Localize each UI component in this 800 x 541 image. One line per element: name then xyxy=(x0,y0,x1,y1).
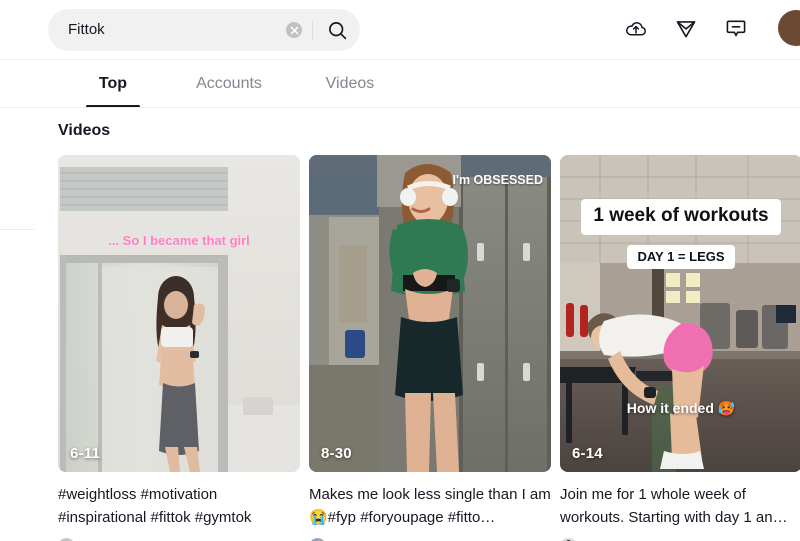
video-thumbnail[interactable]: ... So I became that girl 6-11 xyxy=(58,155,300,472)
search-bar[interactable] xyxy=(48,9,360,51)
profile-avatar[interactable] xyxy=(778,10,800,46)
thumbnail-overlay-text: ... So I became that girl xyxy=(108,233,250,248)
tab-top-label: Top xyxy=(98,75,128,92)
video-caption[interactable]: Makes me look less single than I am 😭#fy… xyxy=(309,483,551,529)
messages-icon[interactable] xyxy=(724,16,748,40)
tiktok-search-page: Top Accounts Videos Videos xyxy=(0,0,800,541)
video-meta: kimofit 1.8M xyxy=(309,535,551,541)
video-date-badge: 8-30 xyxy=(321,445,352,462)
author-avatar xyxy=(58,537,75,541)
search-input[interactable] xyxy=(68,17,283,43)
tab-accounts[interactable]: Accounts xyxy=(168,61,290,108)
video-card[interactable]: I'm OBSESSED 8-30 Makes me look less sin… xyxy=(309,155,551,541)
video-caption[interactable]: Join me for 1 whole week of workouts. St… xyxy=(560,483,800,529)
upload-icon[interactable] xyxy=(624,16,648,40)
video-results-grid: ... So I became that girl 6-11 #weightlo… xyxy=(58,155,800,541)
header-actions xyxy=(624,10,800,46)
search-submit-button[interactable] xyxy=(314,9,360,51)
thumbnail-overlay-text: I'm OBSESSED xyxy=(452,173,544,187)
inbox-icon[interactable] xyxy=(674,16,698,40)
video-author[interactable]: kimofit xyxy=(309,537,372,541)
tabs-divider xyxy=(0,107,800,108)
video-thumbnail[interactable]: I'm OBSESSED 8-30 xyxy=(309,155,551,472)
clear-search-icon[interactable] xyxy=(286,22,302,38)
tab-accounts-label: Accounts xyxy=(196,75,262,92)
author-avatar xyxy=(309,537,326,541)
author-avatar xyxy=(560,537,577,541)
tab-videos-label: Videos xyxy=(325,75,375,92)
thumbnail-overlay-footer: How it ended 🥵 xyxy=(626,400,736,416)
video-thumbnail[interactable]: 1 week of workouts DAY 1 = LEGS How it e… xyxy=(560,155,800,472)
video-meta: ellamaerayner 930K xyxy=(560,535,800,541)
video-meta: workoutsby 3.4M xyxy=(58,535,300,541)
top-header xyxy=(0,0,800,60)
section-title-videos: Videos xyxy=(58,122,111,139)
video-card[interactable]: ... So I became that girl 6-11 #weightlo… xyxy=(58,155,300,541)
video-date-badge: 6-11 xyxy=(70,445,100,462)
thumbnail-image xyxy=(58,155,300,472)
tab-top[interactable]: Top xyxy=(58,61,168,108)
video-author[interactable]: workoutsby xyxy=(58,537,152,541)
tab-videos[interactable]: Videos xyxy=(290,61,410,108)
thumbnail-overlay-title: 1 week of workouts xyxy=(581,199,781,235)
sidebar-divider-stub xyxy=(0,229,34,230)
video-card[interactable]: 1 week of workouts DAY 1 = LEGS How it e… xyxy=(560,155,800,541)
video-date-badge: 6-14 xyxy=(572,445,603,462)
search-tabs: Top Accounts Videos xyxy=(0,60,800,108)
search-divider xyxy=(312,20,313,40)
thumbnail-image xyxy=(309,155,551,472)
video-caption[interactable]: #weightloss #motivation #inspirational #… xyxy=(58,483,300,529)
video-author[interactable]: ellamaerayner xyxy=(560,537,672,541)
thumbnail-overlay-subtitle: DAY 1 = LEGS xyxy=(627,245,735,269)
